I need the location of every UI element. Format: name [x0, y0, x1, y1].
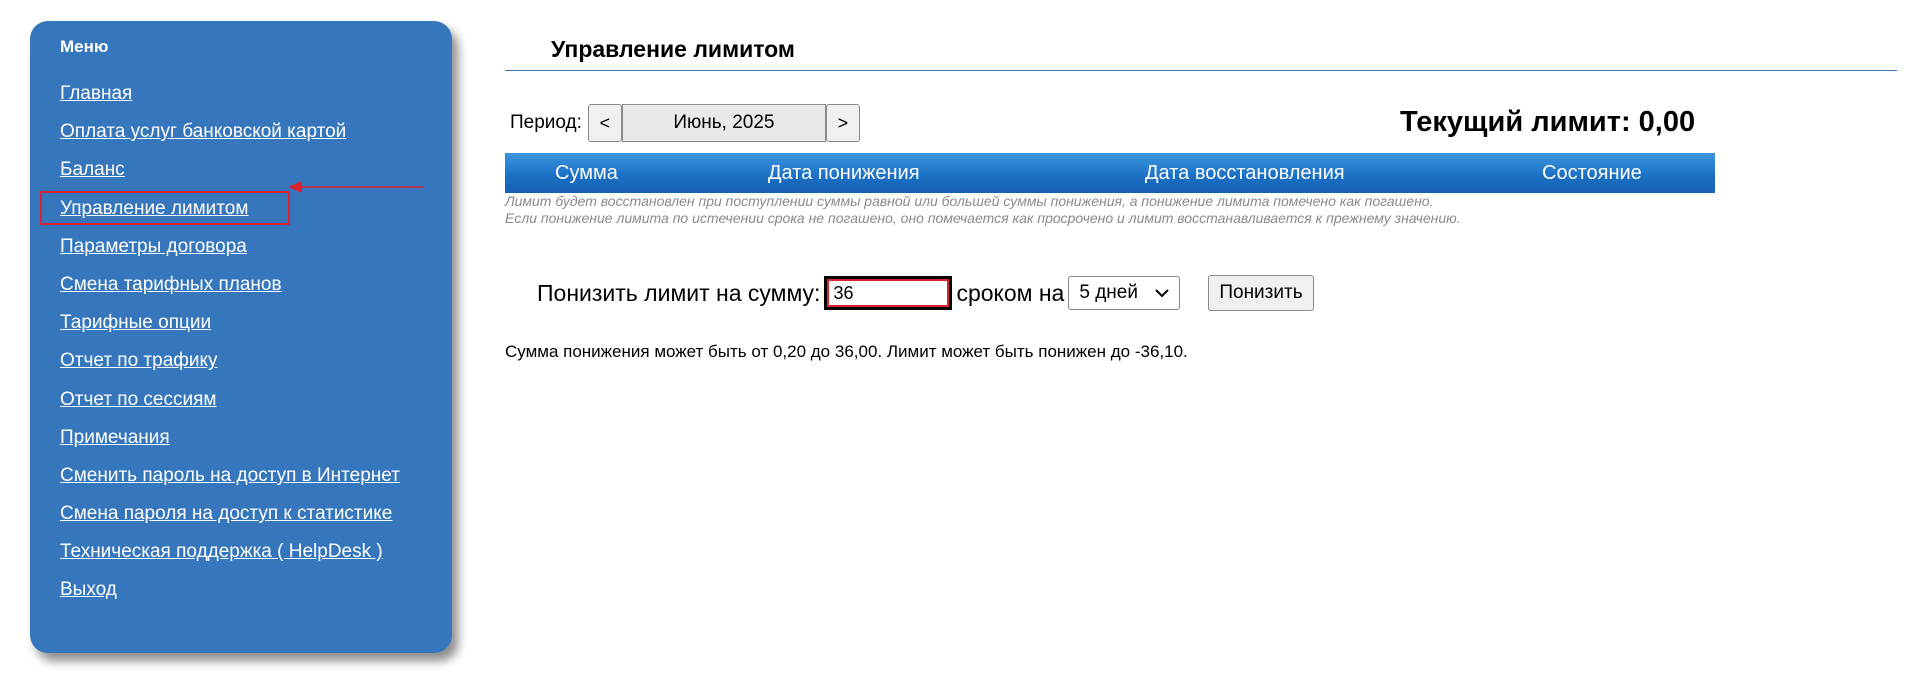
sidebar-item-logout: Выход [60, 577, 452, 615]
period-label: Период: [510, 112, 582, 133]
sidebar-item-notes: Примечания [60, 425, 452, 463]
sidebar-link-logout[interactable]: Выход [60, 579, 117, 600]
page-title: Управление лимитом [551, 36, 795, 62]
sidebar-link-notes[interactable]: Примечания [60, 427, 170, 448]
sidebar-item-internet-password: Сменить пароль на доступ в Интернет [60, 463, 452, 501]
sidebar-link-traffic-report[interactable]: Отчет по трафику [60, 350, 218, 371]
sidebar-link-limit-management[interactable]: Управление лимитом [60, 198, 248, 219]
sidebar-link-tariff-options[interactable]: Тарифные опции [60, 312, 211, 333]
sidebar-menu: Меню Главная Оплата услуг банковской кар… [30, 21, 452, 653]
period-selector: Период: < Июнь, 2025 > [510, 104, 860, 142]
reduce-term-label: сроком на [956, 279, 1065, 306]
sidebar-link-card-payment[interactable]: Оплата услуг банковской картой [60, 121, 346, 142]
period-value: Июнь, 2025 [621, 104, 826, 142]
sidebar-item-stats-password: Смена пароля на доступ к статистике [60, 501, 452, 539]
reduce-amount-label: Понизить лимит на сумму: [537, 279, 821, 306]
sidebar-menu-list: Главная Оплата услуг банковской картой Б… [60, 81, 452, 616]
chevron-down-icon [1155, 289, 1170, 298]
sidebar-link-sessions-report[interactable]: Отчет по сессиям [60, 389, 216, 410]
note-restore: Лимит будет восстановлен при поступлении… [505, 193, 1434, 209]
sidebar-item-balance: Баланс [60, 157, 452, 195]
column-header-restore-date: Дата восстановления [1145, 162, 1345, 184]
sidebar-link-tariff-change[interactable]: Смена тарифных планов [60, 274, 282, 295]
reduce-limit-form: Понизить лимит на сумму: сроком на 5 дне… [537, 275, 1314, 311]
reduce-limits-info: Сумма понижения может быть от 0,20 до 36… [505, 342, 1188, 361]
sidebar-title: Меню [60, 37, 109, 56]
sidebar-item-tariff-change: Смена тарифных планов [60, 272, 452, 310]
sidebar-item-card-payment: Оплата услуг банковской картой [60, 119, 452, 157]
limits-table-header: Сумма Дата понижения Дата восстановления… [505, 153, 1715, 193]
sidebar-link-balance[interactable]: Баланс [60, 159, 125, 180]
sidebar-item-tariff-options: Тарифные опции [60, 310, 452, 348]
column-header-status: Состояние [1542, 162, 1642, 184]
page: Меню Главная Оплата услуг банковской кар… [0, 0, 1913, 680]
reduce-term-select[interactable]: 5 дней [1068, 276, 1181, 310]
reduce-amount-input[interactable] [824, 276, 953, 310]
reduce-term-selected: 5 дней [1079, 282, 1138, 303]
sidebar-item-contract-params: Параметры договора [60, 234, 452, 272]
period-next-button[interactable]: > [825, 104, 860, 142]
sidebar-item-home: Главная [60, 81, 452, 119]
column-header-reduce-date: Дата понижения [768, 162, 920, 184]
sidebar-item-limit-management: Управление лимитом [60, 196, 452, 234]
column-header-amount: Сумма [555, 162, 618, 184]
title-divider [505, 70, 1897, 71]
sidebar-link-home[interactable]: Главная [60, 83, 132, 104]
note-overdue: Если понижение лимита по истечении срока… [505, 210, 1461, 226]
reduce-limit-button[interactable]: Понизить [1208, 275, 1314, 311]
current-limit: Текущий лимит: 0,00 [1400, 106, 1696, 138]
sidebar-item-traffic-report: Отчет по трафику [60, 348, 452, 386]
sidebar-item-sessions-report: Отчет по сессиям [60, 387, 452, 425]
sidebar-link-helpdesk[interactable]: Техническая поддержка ( HelpDesk ) [60, 541, 383, 562]
period-prev-button[interactable]: < [587, 104, 622, 142]
sidebar-link-contract-params[interactable]: Параметры договора [60, 236, 247, 257]
main-content: Управление лимитом Период: < Июнь, 2025 … [505, 0, 1897, 680]
sidebar-link-internet-password[interactable]: Сменить пароль на доступ в Интернет [60, 465, 400, 486]
sidebar-link-stats-password[interactable]: Смена пароля на доступ к статистике [60, 503, 392, 524]
sidebar-item-helpdesk: Техническая поддержка ( HelpDesk ) [60, 539, 452, 577]
